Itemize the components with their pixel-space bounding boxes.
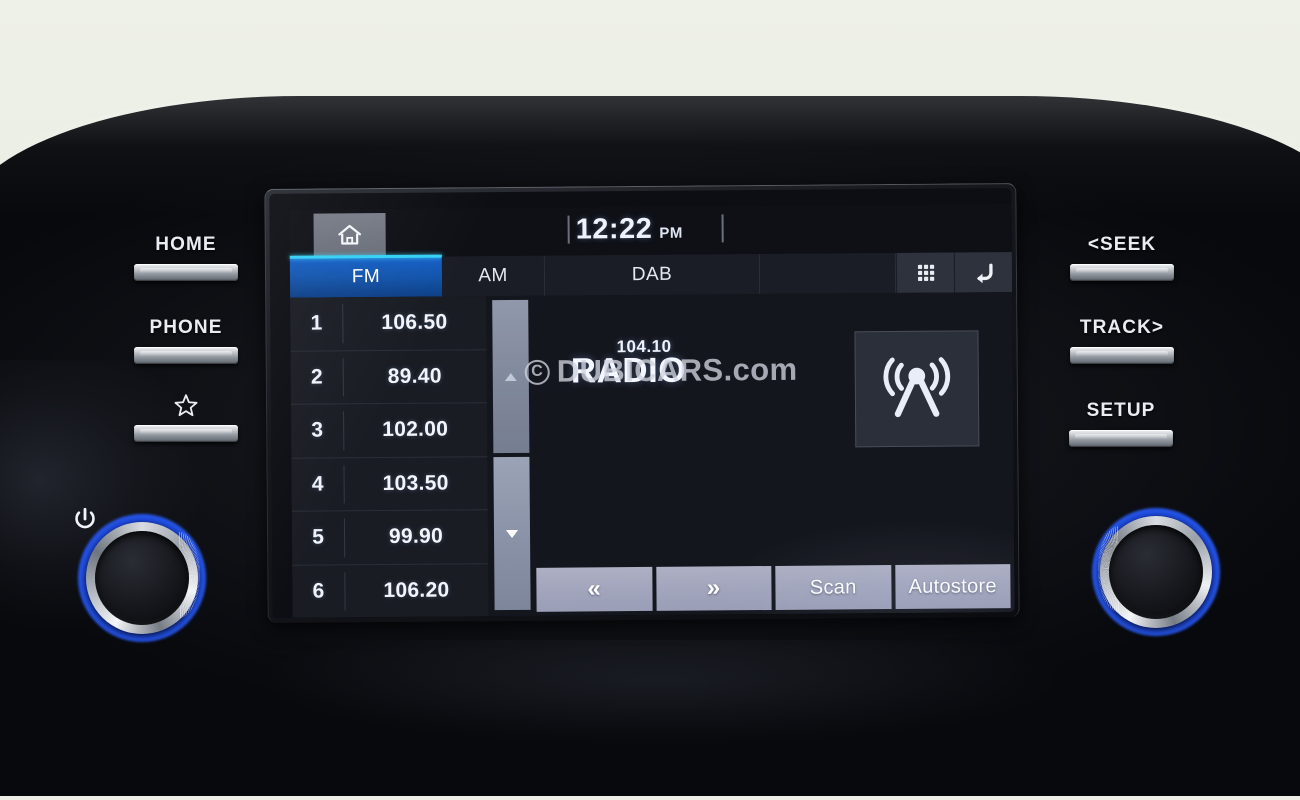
scroll-up-button[interactable] bbox=[492, 299, 530, 454]
preset-number: 1 bbox=[310, 311, 323, 335]
preset-row[interactable]: 2 89.40 bbox=[290, 349, 487, 405]
phone-hardkey-bar[interactable] bbox=[134, 347, 238, 364]
power-volume-knob[interactable] bbox=[78, 514, 206, 642]
preset-frequency: 89.40 bbox=[387, 364, 442, 388]
band-tab-spacer bbox=[759, 253, 897, 295]
preset-divider bbox=[343, 411, 345, 450]
preset-row[interactable]: 3 102.00 bbox=[291, 403, 488, 459]
preset-divider bbox=[342, 357, 344, 397]
preset-divider bbox=[344, 571, 346, 611]
home-hardkey-bar[interactable] bbox=[134, 264, 238, 281]
preset-divider bbox=[343, 464, 345, 504]
scan-button[interactable]: Scan bbox=[775, 565, 892, 610]
touchscreen-display[interactable]: 12:22 PM FM AM DAB 1 106.50 2 89.40 3 10… bbox=[269, 188, 1015, 618]
preset-frequency: 102.00 bbox=[382, 417, 449, 442]
setup-hardkey-label: SETUP bbox=[1086, 400, 1156, 421]
favorites-hardkey-bar[interactable] bbox=[134, 425, 238, 442]
seek-back-label: « bbox=[587, 575, 602, 603]
track-hardkey-bar[interactable] bbox=[1070, 347, 1174, 364]
home-button[interactable] bbox=[313, 213, 386, 258]
station-list-button[interactable] bbox=[895, 252, 955, 294]
preset-row[interactable]: 6 106.20 bbox=[292, 564, 488, 618]
favorites-hardkey[interactable] bbox=[116, 392, 256, 442]
clock-ampm: PM bbox=[659, 224, 683, 242]
clock: 12:22 PM bbox=[576, 213, 683, 247]
seek-hardkey-label: <SEEK bbox=[1087, 234, 1157, 255]
broadcast-antenna-icon bbox=[883, 357, 951, 418]
tune-knob[interactable] bbox=[1092, 508, 1220, 636]
preset-number: 5 bbox=[312, 525, 324, 549]
preset-divider bbox=[342, 304, 344, 343]
band-tab-am[interactable]: AM bbox=[441, 255, 546, 297]
preset-frequency: 106.50 bbox=[381, 310, 448, 335]
preset-number: 6 bbox=[312, 579, 325, 603]
track-hardkey-label: TRACK> bbox=[1079, 317, 1165, 338]
clock-separator-left bbox=[567, 215, 570, 244]
seek-forward-button[interactable]: » bbox=[655, 565, 772, 611]
phone-hardkey-label: PHONE bbox=[149, 317, 223, 338]
band-tab-fm[interactable]: FM bbox=[289, 256, 443, 298]
seek-hardkey-bar[interactable] bbox=[1070, 264, 1174, 281]
tune-knob-face[interactable] bbox=[1109, 525, 1203, 619]
phone-hardkey[interactable]: PHONE bbox=[106, 317, 266, 364]
band-tab-dab-label: DAB bbox=[631, 263, 673, 286]
clock-separator-right bbox=[721, 214, 724, 243]
star-icon bbox=[174, 394, 198, 417]
preset-list[interactable]: 1 106.50 2 89.40 3 102.00 4 103.50 5 99.… bbox=[290, 296, 489, 618]
current-station-block: 104.10 RADIO bbox=[570, 337, 687, 392]
band-tab-bar: FM AM DAB bbox=[289, 252, 1013, 298]
seek-hardkey[interactable]: <SEEK bbox=[1052, 234, 1192, 281]
autostore-button[interactable]: Autostore bbox=[894, 564, 1011, 610]
band-tab-fm-label: FM bbox=[351, 266, 381, 288]
power-knob-face[interactable] bbox=[95, 531, 189, 625]
back-button[interactable] bbox=[953, 252, 1013, 293]
preset-frequency: 99.90 bbox=[388, 524, 444, 549]
home-hardkey-label: HOME bbox=[155, 234, 217, 255]
seek-back-button[interactable]: « bbox=[536, 566, 653, 612]
preset-row[interactable]: 1 106.50 bbox=[290, 296, 487, 352]
autostore-label: Autostore bbox=[908, 574, 997, 598]
head-unit-ui: 12:22 PM FM AM DAB 1 106.50 2 89.40 3 10… bbox=[289, 204, 1015, 618]
preset-number: 3 bbox=[311, 418, 324, 442]
station-logo-tile bbox=[854, 330, 980, 448]
back-return-icon bbox=[976, 263, 993, 284]
scan-label: Scan bbox=[809, 575, 857, 599]
preset-frequency: 103.50 bbox=[382, 471, 449, 495]
setup-hardkey-bar[interactable] bbox=[1069, 430, 1173, 447]
preset-number: 4 bbox=[311, 472, 324, 496]
preset-frequency: 106.20 bbox=[383, 578, 450, 602]
source-label: RADIO bbox=[570, 350, 687, 391]
status-bar: 12:22 PM bbox=[289, 204, 1012, 258]
home-hardkey[interactable]: HOME bbox=[116, 234, 256, 281]
preset-number: 2 bbox=[310, 365, 323, 389]
radio-content-area: 1 106.50 2 89.40 3 102.00 4 103.50 5 99.… bbox=[290, 292, 1015, 618]
band-tab-dab[interactable]: DAB bbox=[544, 254, 761, 296]
grid-keypad-icon bbox=[917, 264, 934, 282]
clock-time: 12:22 bbox=[575, 212, 653, 246]
home-icon bbox=[338, 224, 362, 245]
preset-divider bbox=[343, 518, 346, 557]
triangle-down-icon bbox=[505, 529, 518, 538]
triangle-up-icon bbox=[504, 372, 517, 381]
radio-control-bar: « » Scan Autostore bbox=[488, 564, 1014, 616]
band-tab-am-label: AM bbox=[478, 265, 508, 287]
preset-row[interactable]: 4 103.50 bbox=[291, 456, 488, 512]
setup-hardkey[interactable]: SETUP bbox=[1046, 400, 1196, 447]
preset-row[interactable]: 5 99.90 bbox=[291, 510, 489, 566]
seek-forward-label: » bbox=[706, 574, 721, 602]
track-hardkey[interactable]: TRACK> bbox=[1042, 317, 1202, 364]
